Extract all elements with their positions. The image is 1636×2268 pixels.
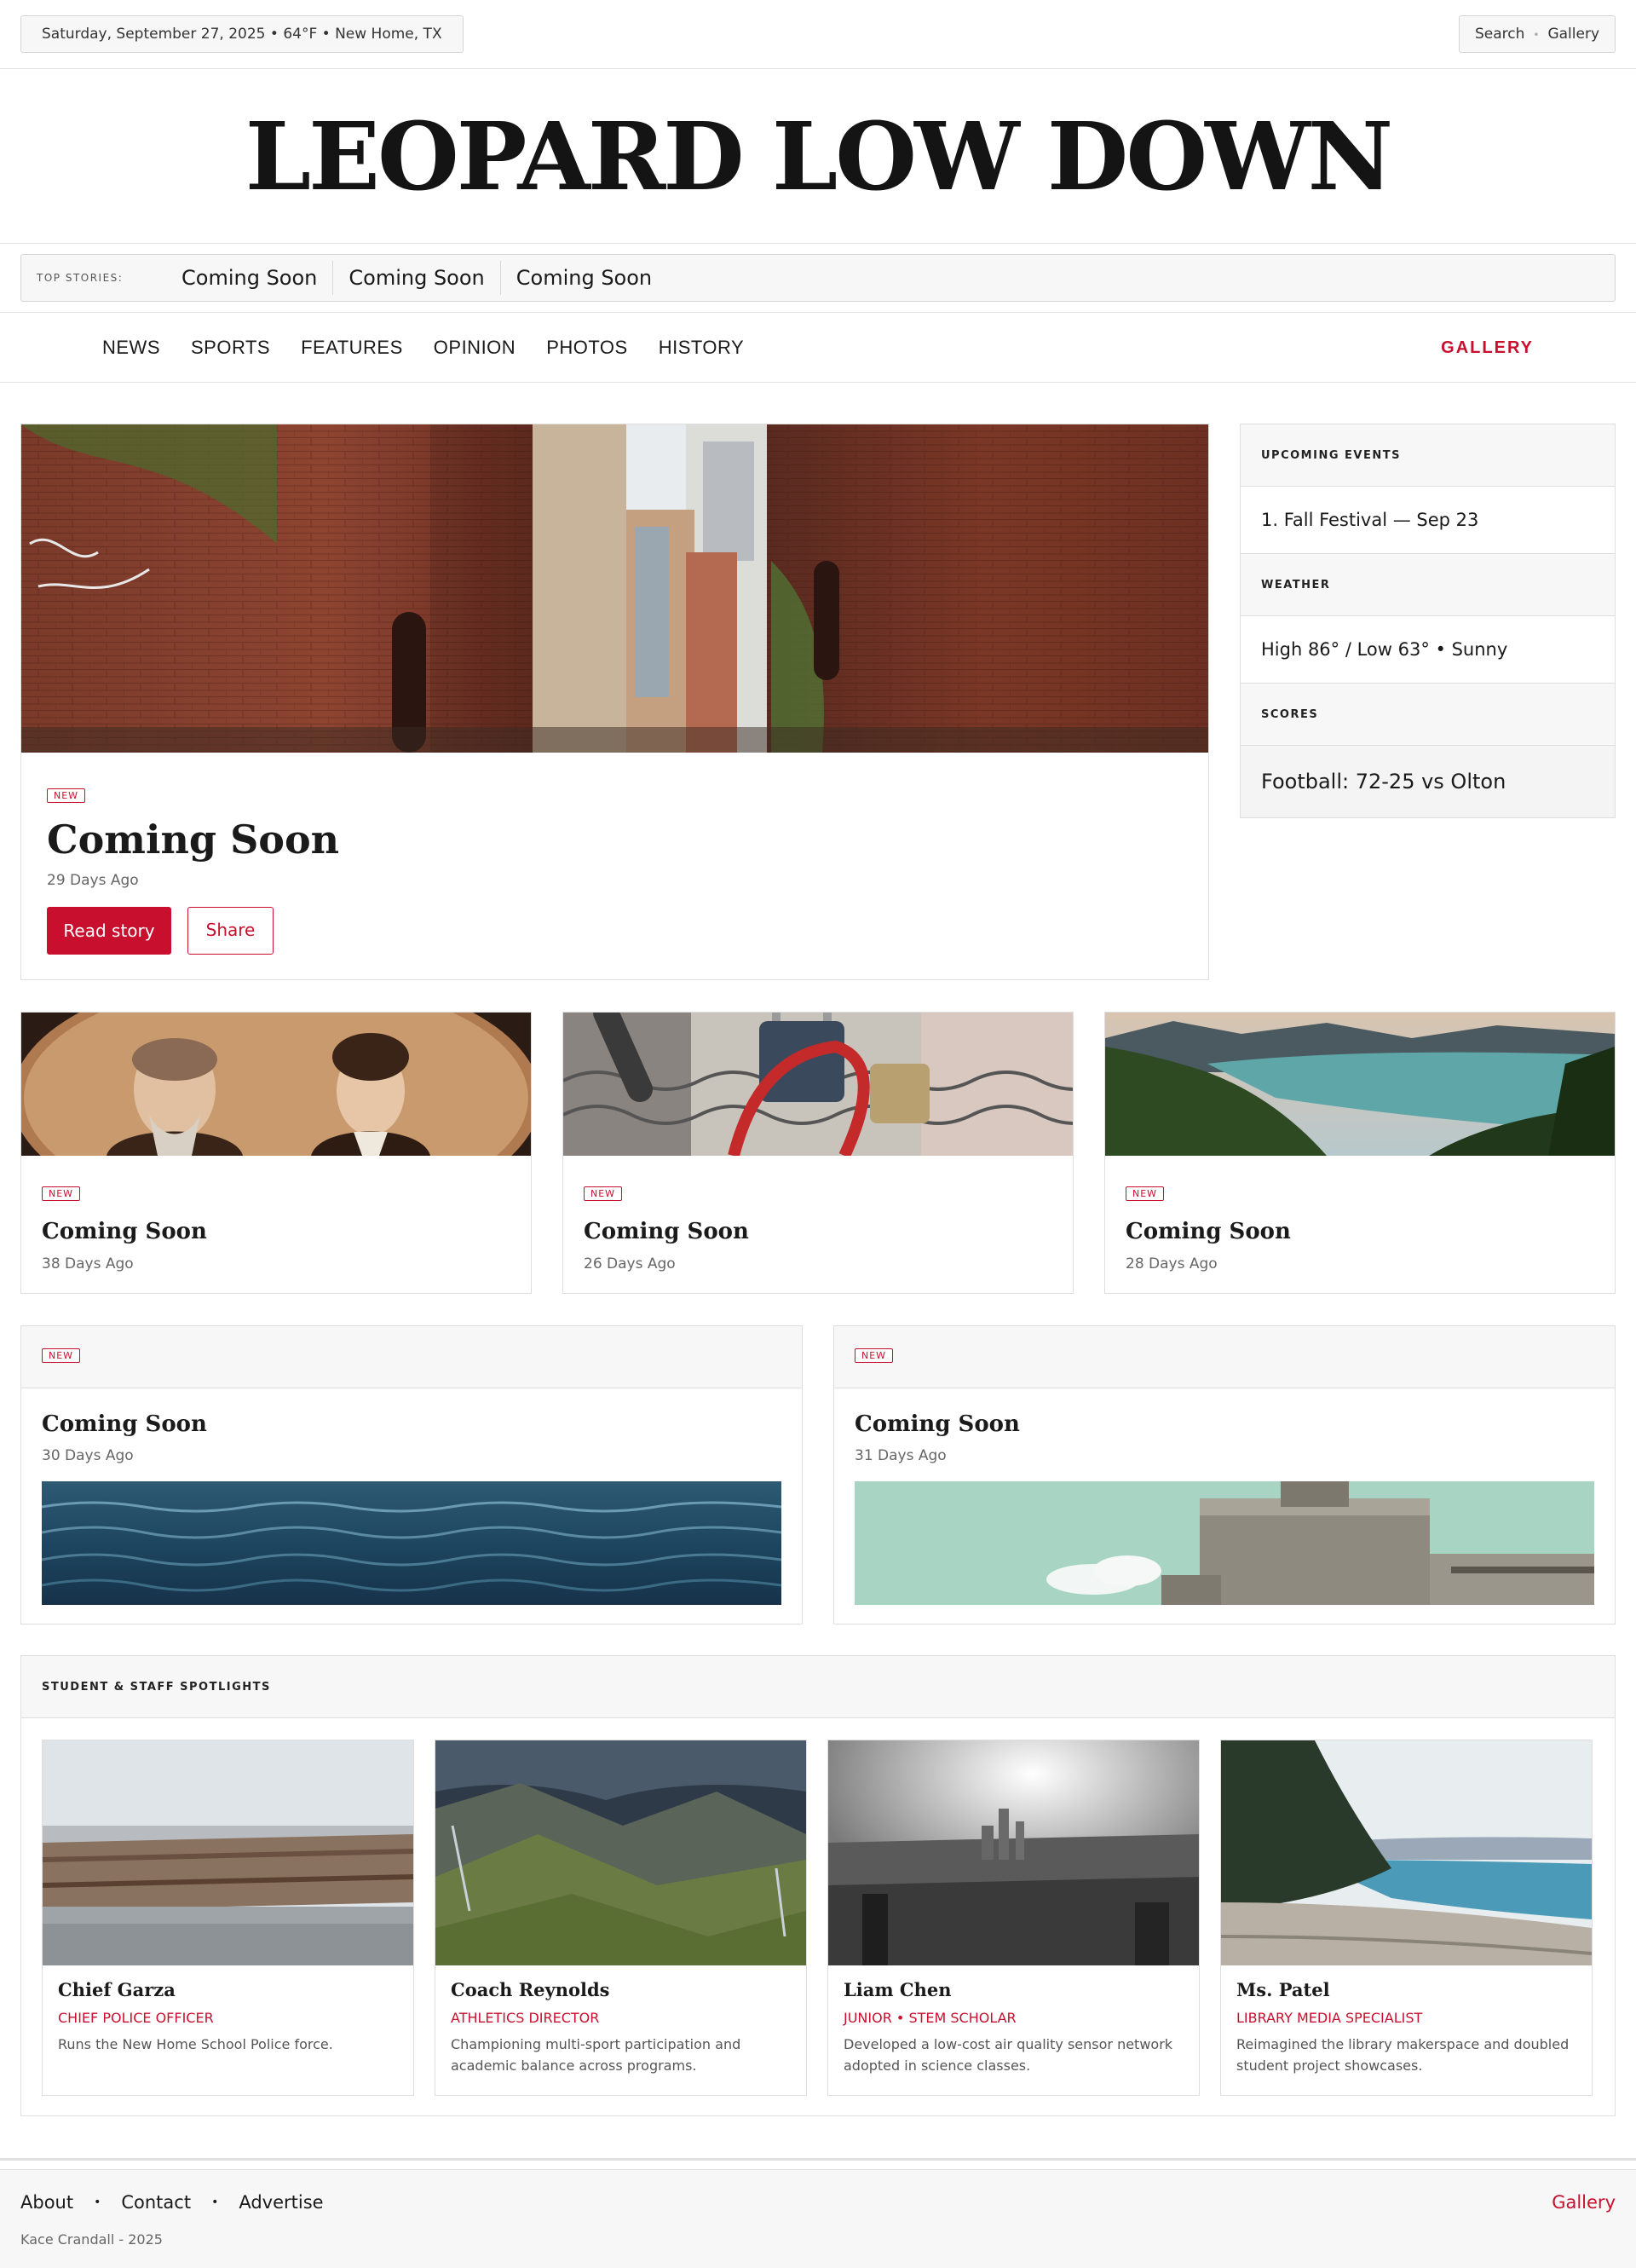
spotlight-role: LIBRARY MEDIA SPECIALIST: [1236, 2010, 1423, 2026]
story-title[interactable]: Coming Soon: [42, 1411, 207, 1437]
spotlight-name[interactable]: Chief Garza: [58, 1979, 176, 2000]
nav-item-sports[interactable]: SPORTS: [191, 337, 270, 359]
events-item[interactable]: 1. Fall Festival — Sep 23: [1241, 487, 1615, 554]
story-timestamp: 31 Days Ago: [855, 1447, 947, 1464]
top-stories-ticker: TOP STORIES: Coming Soon Coming Soon Com…: [20, 254, 1616, 302]
spotlight-description: Runs the New Home School Police force.: [58, 2036, 333, 2052]
story-card-wide[interactable]: NEW Coming Soon 31 Days Ago: [833, 1325, 1616, 1625]
nav-item-gallery[interactable]: GALLERY: [1441, 313, 1534, 383]
read-story-button[interactable]: Read story: [47, 907, 171, 955]
spotlight-image-beach: [1221, 1740, 1592, 1965]
hero-story: NEW Coming Soon 29 Days Ago Read story S…: [20, 424, 1209, 980]
footer: About • Contact • Advertise Gallery Kace…: [0, 2169, 1636, 2268]
spotlight-name[interactable]: Ms. Patel: [1236, 1979, 1330, 2000]
main-nav: NEWS SPORTS FEATURES OPINION PHOTOS HIST…: [0, 313, 1636, 383]
footer-link-advertise[interactable]: Advertise: [239, 2192, 323, 2213]
weather-item: High 86° / Low 63° • Sunny: [1241, 616, 1615, 684]
story-card-wide[interactable]: NEW Coming Soon 30 Days Ago: [20, 1325, 803, 1625]
spotlight-role: ATHLETICS DIRECTOR: [451, 2010, 600, 2026]
nav-item-news[interactable]: NEWS: [102, 337, 160, 359]
events-header: UPCOMING EVENTS: [1241, 424, 1615, 487]
hero-image-alley[interactable]: [21, 424, 1208, 753]
story-image-concrete-building: [855, 1481, 1594, 1605]
spotlight-image-mountains: [435, 1740, 806, 1965]
story-title[interactable]: Coming Soon: [1126, 1219, 1291, 1244]
new-badge: NEW: [855, 1348, 894, 1363]
story-image-padlocks: [563, 1013, 1073, 1156]
story-title[interactable]: Coming Soon: [584, 1219, 749, 1244]
spotlight-card[interactable]: Chief Garza CHIEF POLICE OFFICER Runs th…: [42, 1740, 414, 2096]
hero-title[interactable]: Coming Soon: [47, 817, 339, 863]
footer-credit: Kace Crandall - 2025: [20, 2231, 163, 2248]
ticker-item[interactable]: Coming Soon: [166, 261, 334, 295]
scores-item: Football: 72-25 vs Olton: [1241, 746, 1615, 817]
new-badge: NEW: [1126, 1186, 1165, 1201]
spotlight-name[interactable]: Coach Reynolds: [451, 1979, 609, 2000]
weather-header: WEATHER: [1241, 554, 1615, 616]
sidebar-panel: UPCOMING EVENTS 1. Fall Festival — Sep 2…: [1240, 424, 1616, 818]
spotlight-card[interactable]: Coach Reynolds ATHLETICS DIRECTOR Champi…: [435, 1740, 807, 2096]
story-image-mountain-lake: [1105, 1013, 1615, 1156]
story-image-water: [42, 1481, 781, 1605]
site-title[interactable]: LEOPARD LOW DOWN: [245, 101, 1393, 211]
story-timestamp: 30 Days Ago: [42, 1447, 134, 1464]
spotlight-description: Reimagined the library makerspace and do…: [1236, 2036, 1570, 2074]
story-timestamp: 26 Days Ago: [584, 1255, 676, 1273]
story-timestamp: 38 Days Ago: [42, 1255, 134, 1273]
new-badge: NEW: [584, 1186, 623, 1201]
new-badge: NEW: [42, 1186, 81, 1201]
footer-divider: [0, 2158, 1636, 2161]
spotlight-description: Developed a low-cost air quality sensor …: [844, 2036, 1173, 2074]
spotlight-role: JUNIOR • STEM SCHOLAR: [844, 2010, 1017, 2026]
footer-separator: •: [94, 2196, 101, 2209]
dateline: Saturday, September 27, 2025 • 64°F • Ne…: [20, 15, 464, 53]
card-header: NEW: [21, 1326, 802, 1388]
ticker-item[interactable]: Coming Soon: [501, 261, 667, 295]
story-image-vintage-portrait: [21, 1013, 531, 1156]
ticker-item[interactable]: Coming Soon: [333, 261, 501, 295]
card-header: NEW: [834, 1326, 1615, 1388]
story-card[interactable]: NEW Coming Soon 38 Days Ago: [20, 1012, 532, 1294]
story-card[interactable]: NEW Coming Soon 26 Days Ago: [562, 1012, 1074, 1294]
masthead: LEOPARD LOW DOWN: [0, 69, 1636, 244]
spotlights-header: STUDENT & STAFF SPOTLIGHTS: [21, 1656, 1615, 1718]
story-card[interactable]: NEW Coming Soon 28 Days Ago: [1104, 1012, 1616, 1294]
ticker-label: TOP STORIES:: [37, 272, 124, 284]
spotlight-description: Championing multi-sport participation an…: [451, 2036, 741, 2074]
gallery-link-top[interactable]: Gallery: [1547, 26, 1599, 43]
share-button[interactable]: Share: [187, 907, 274, 955]
spotlight-name[interactable]: Liam Chen: [844, 1979, 952, 2000]
story-timestamp: 28 Days Ago: [1126, 1255, 1218, 1273]
scores-header: SCORES: [1241, 684, 1615, 746]
separator-dot: •: [1533, 29, 1540, 41]
search-link[interactable]: Search: [1475, 26, 1524, 43]
new-badge: NEW: [47, 788, 86, 803]
footer-link-gallery[interactable]: Gallery: [1552, 2192, 1616, 2213]
top-links: Search • Gallery: [1458, 15, 1616, 53]
nav-item-history[interactable]: HISTORY: [659, 337, 745, 359]
nav-item-photos[interactable]: PHOTOS: [546, 337, 628, 359]
top-bar: Saturday, September 27, 2025 • 64°F • Ne…: [0, 0, 1636, 69]
spotlight-card[interactable]: Ms. Patel LIBRARY MEDIA SPECIALIST Reima…: [1220, 1740, 1593, 2096]
nav-item-opinion[interactable]: OPINION: [434, 337, 516, 359]
spotlight-role: CHIEF POLICE OFFICER: [58, 2010, 214, 2026]
new-badge: NEW: [42, 1348, 81, 1363]
spotlight-image-city-skyline: [828, 1740, 1199, 1965]
spotlight-card[interactable]: Liam Chen JUNIOR • STEM SCHOLAR Develope…: [827, 1740, 1200, 2096]
nav-item-features[interactable]: FEATURES: [301, 337, 403, 359]
story-title[interactable]: Coming Soon: [42, 1219, 207, 1244]
spotlights-section: STUDENT & STAFF SPOTLIGHTS Chief Garza C…: [20, 1655, 1616, 2116]
spotlight-image-breakwater: [43, 1740, 413, 1965]
footer-link-contact[interactable]: Contact: [121, 2192, 191, 2213]
story-title[interactable]: Coming Soon: [855, 1411, 1020, 1437]
hero-timestamp: 29 Days Ago: [47, 872, 139, 889]
footer-separator: •: [211, 2196, 219, 2209]
footer-link-about[interactable]: About: [20, 2192, 73, 2213]
